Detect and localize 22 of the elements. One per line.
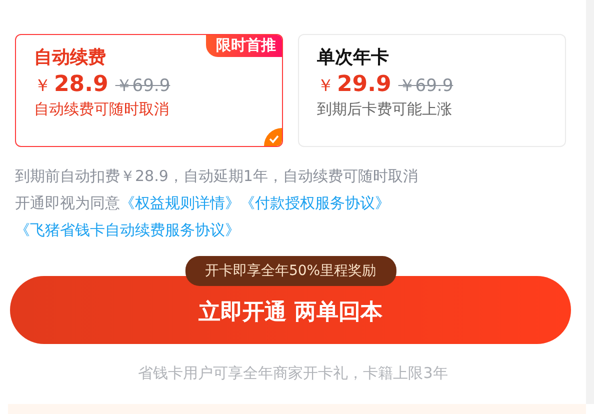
terms-text: 到期前自动扣费￥28.9，自动延期1年，自动续费可随时取消 <box>15 166 419 187</box>
currency-sign: ￥ <box>34 75 51 97</box>
original-price: ￥69.9 <box>398 75 454 97</box>
footer-note: 省钱卡用户可享全年商家开卡礼，卡籍上限3年 <box>138 364 448 383</box>
currency-sign: ￥ <box>317 75 334 97</box>
promo-badge: 开卡即享全年50%里程奖励 <box>184 256 396 286</box>
plan-title: 自动续费 <box>34 46 106 69</box>
price: 29.9 <box>337 72 392 97</box>
promo-tag: 限时首推 <box>206 35 282 57</box>
agreement-link[interactable]: 《付款授权服务协议》 <box>240 190 390 217</box>
agree-text: 开通即视为同意 <box>15 193 120 214</box>
plan-card[interactable]: 单次年卡 ￥29.9 ￥69.9 到期后卡费可能上涨 <box>298 34 566 147</box>
plan-title: 单次年卡 <box>317 46 389 69</box>
plan-note: 到期后卡费可能上涨 <box>317 100 453 119</box>
agreement-link[interactable]: 《飞猪省钱卡自动续费服务协议》 <box>15 217 240 244</box>
price: 28.9 <box>54 72 108 97</box>
plan-card[interactable]: 限时首推 自动续费 ￥28.9 ￥69.9 自动续费可随时取消 <box>15 34 283 147</box>
checkmark-icon <box>264 128 282 146</box>
activate-button[interactable]: 立即开通 两单回本 <box>10 276 571 344</box>
agreement-link[interactable]: 《权益规则详情》 <box>120 190 240 217</box>
plan-note: 自动续费可随时取消 <box>34 100 170 119</box>
original-price: ￥69.9 <box>115 75 170 97</box>
